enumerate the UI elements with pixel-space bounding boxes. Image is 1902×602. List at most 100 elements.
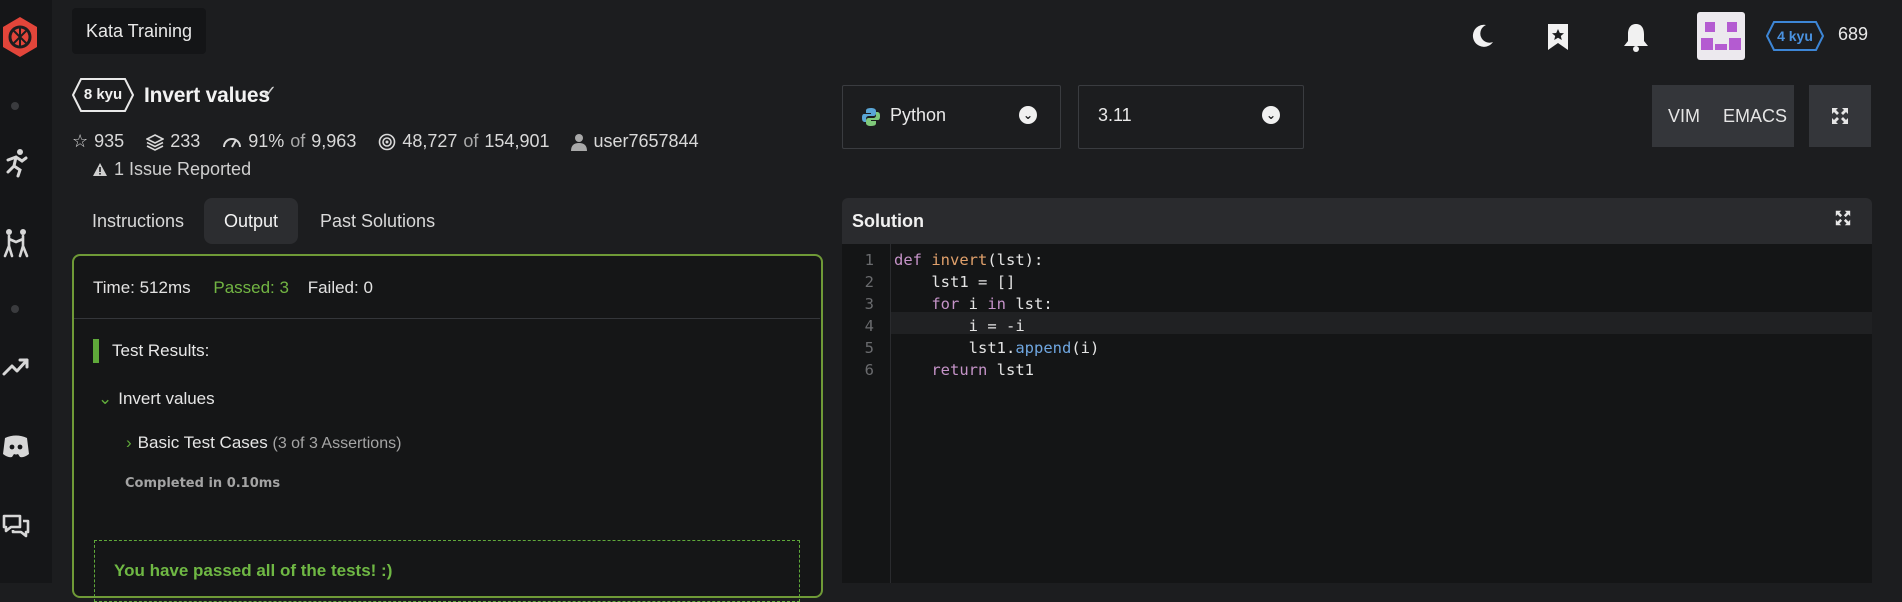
language-value: Python	[890, 105, 947, 125]
user-icon	[571, 133, 588, 151]
warning-icon	[93, 163, 107, 176]
code-line[interactable]: 4 i = -i	[842, 315, 1099, 337]
discord-icon[interactable]	[0, 430, 32, 462]
author-stat[interactable]: user7657844	[571, 131, 699, 152]
moon-icon[interactable]	[1468, 22, 1496, 50]
kata-stats: ☆ 935 233 91% of 9,963 48,727 of 154,901	[72, 131, 699, 152]
running-icon[interactable]	[0, 146, 32, 178]
tab-past-solutions[interactable]: Past Solutions	[300, 198, 455, 244]
kyu-badge: 8 kyu	[72, 78, 134, 112]
chevron-down-icon: ⌄	[1262, 106, 1280, 124]
completed-stat: 48,727 of 154,901	[378, 131, 549, 152]
tab-instructions[interactable]: Instructions	[72, 198, 204, 244]
code-token: i = -i	[968, 317, 1025, 335]
code-token: lst:	[1006, 295, 1053, 313]
stars-stat[interactable]: ☆ 935	[72, 131, 124, 152]
run-summary: Time: 512ms Passed: 3 Failed: 0	[93, 278, 373, 298]
code-token: append	[1015, 339, 1072, 357]
line-number: 5	[864, 339, 874, 357]
code-token: for	[931, 295, 960, 313]
version-value: 3.11	[1098, 105, 1132, 125]
code-token: (i)	[1071, 339, 1100, 357]
fullscreen-icon	[1832, 108, 1848, 124]
line-number: 1	[864, 251, 874, 269]
code-content[interactable]: 1 def invert(lst): 2 lst1 = [] 3 for i in l…	[842, 249, 1100, 381]
code-line[interactable]: 2 lst1 = []	[842, 271, 1099, 293]
test-results-heading: Test Results:	[112, 341, 210, 360]
star-icon: ☆	[72, 131, 89, 151]
code-token: return	[931, 361, 988, 379]
gauge-icon	[223, 137, 242, 147]
line-number: 6	[864, 361, 874, 379]
line-number: 4	[864, 317, 874, 335]
issue-report[interactable]: 1 Issue Reported	[92, 159, 251, 180]
tab-output[interactable]: Output	[204, 198, 299, 244]
test-suite[interactable]: ⌄ Invert values	[98, 389, 215, 409]
rail-divider-dot	[11, 102, 19, 110]
code-line[interactable]: 5 lst1.append(i)	[842, 337, 1100, 359]
code-line[interactable]: 3 for i in lst:	[842, 293, 1099, 315]
code-token: lst1 = []	[931, 273, 1016, 291]
chat-icon[interactable]	[0, 510, 32, 542]
test-case[interactable]: › Basic Test Cases (3 of 3 Assertions)	[126, 433, 401, 453]
rank-label: 4 kyu	[1777, 28, 1813, 44]
sidebar-tooltip: Kata Training	[72, 8, 206, 54]
code-token: in	[987, 295, 1006, 313]
code-token: (lst):	[987, 251, 1044, 269]
case-name: Basic Test Cases	[137, 433, 268, 452]
chevron-down-icon: ⌄	[1019, 106, 1037, 124]
attempts-count: 154,901	[484, 131, 550, 151]
issue-label: 1 Issue Reported	[114, 159, 252, 179]
code-token: invert	[931, 251, 988, 269]
editor-title: Solution	[852, 211, 924, 231]
passed-count: Passed: 3	[213, 278, 289, 297]
checkmark-icon: ✓	[262, 82, 278, 102]
bookmark-icon[interactable]	[1545, 22, 1571, 52]
line-number: 2	[864, 273, 874, 291]
code-token: lst1.	[968, 339, 1016, 357]
collections-count: 233	[170, 131, 201, 151]
target-icon	[379, 133, 396, 150]
avatar[interactable]	[1697, 12, 1745, 60]
fullscreen-button[interactable]	[1809, 85, 1871, 147]
rank-badge[interactable]: 4 kyu	[1766, 21, 1824, 51]
completed-of: of	[463, 131, 479, 151]
results-accent-bar	[93, 339, 99, 363]
completion-time: Completed in 0.10ms	[125, 476, 281, 491]
language-select[interactable]: Python ⌄	[842, 85, 1061, 149]
satisfaction-stat: 91% of 9,963	[222, 131, 356, 152]
stars-count: 935	[94, 131, 125, 151]
satisfaction-of: of	[290, 131, 306, 151]
suite-name: Invert values	[118, 389, 215, 408]
kyu-label: 8 kyu	[83, 86, 123, 103]
completed-count: 48,727	[402, 131, 458, 151]
summary-divider	[74, 318, 820, 319]
rail-divider-dot	[11, 305, 19, 313]
python-icon	[862, 108, 880, 126]
fighting-icon[interactable]	[0, 226, 32, 258]
stack-icon	[146, 133, 165, 151]
chevron-down-icon: ⌄	[98, 389, 113, 408]
run-time: Time: 512ms	[93, 278, 191, 297]
left-sidebar	[0, 0, 52, 583]
satisfaction-value: 91%	[248, 131, 285, 151]
expand-icon[interactable]	[1834, 209, 1852, 227]
chevron-right-icon: ›	[126, 433, 132, 452]
code-token: i	[959, 295, 988, 313]
line-number: 3	[864, 295, 874, 313]
codewars-logo[interactable]	[0, 14, 40, 60]
votes-count: 9,963	[311, 131, 357, 151]
vim-mode-button[interactable]: VIM	[1652, 85, 1716, 147]
trending-icon[interactable]	[0, 350, 32, 382]
code-line[interactable]: 1 def invert(lst):	[842, 249, 1099, 271]
collections-stat[interactable]: 233	[146, 131, 200, 152]
bell-icon[interactable]	[1621, 21, 1651, 53]
failed-count: Failed: 0	[307, 278, 373, 297]
version-select[interactable]: 3.11 ⌄	[1078, 85, 1304, 149]
editor-header	[842, 198, 1872, 244]
honor-count: 689	[1838, 24, 1869, 44]
code-line[interactable]: 6 return lst1	[842, 359, 1099, 381]
code-token: lst1	[987, 361, 1034, 379]
emacs-mode-button[interactable]: EMACS	[1716, 85, 1794, 147]
